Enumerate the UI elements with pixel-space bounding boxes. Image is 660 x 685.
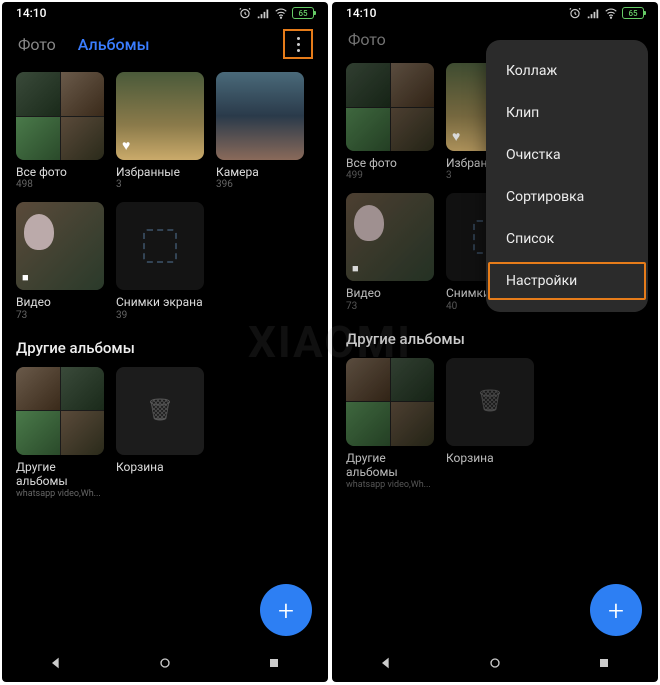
wifi-icon <box>274 6 288 20</box>
status-icons: 65 <box>568 6 644 20</box>
more-menu-button[interactable] <box>284 30 312 58</box>
top-tabs: Фото Альбомы <box>2 22 328 66</box>
alarm-icon <box>238 6 252 20</box>
section-other-albums: Другие альбомы <box>346 330 644 348</box>
album-label: Камера <box>216 165 304 179</box>
album-label: Видео <box>346 286 434 300</box>
album-trash[interactable]: 🗑 Корзина <box>116 367 204 499</box>
album-label: Избранные <box>116 165 204 179</box>
tab-albums[interactable]: Альбомы <box>78 35 150 54</box>
add-album-fab[interactable]: + <box>260 584 312 636</box>
album-other[interactable]: Другие альбомы whatsapp video,Wh... <box>16 367 104 499</box>
album-count: 499 <box>346 170 434 181</box>
android-nav <box>2 644 328 682</box>
album-label: Снимки экрана <box>116 295 204 309</box>
album-video[interactable]: ■ Видео 73 <box>16 202 104 320</box>
album-label: Другие альбомы <box>16 460 104 489</box>
menu-sort[interactable]: Сортировка <box>486 176 648 218</box>
album-all-photos[interactable]: Все фото 498 <box>16 72 104 190</box>
nav-recent-icon[interactable] <box>266 655 282 671</box>
heart-icon: ♥ <box>452 128 460 145</box>
album-other[interactable]: Другие альбомы whatsapp video,Wh... <box>346 358 434 490</box>
nav-home-icon[interactable] <box>157 655 173 671</box>
album-screenshots[interactable]: Снимки экрана 39 <box>116 202 204 320</box>
wifi-icon <box>604 6 618 20</box>
menu-list[interactable]: Список <box>486 218 648 260</box>
battery-icon: 65 <box>622 7 644 19</box>
menu-cleanup[interactable]: Очистка <box>486 134 648 176</box>
album-count: 39 <box>116 310 204 321</box>
nav-back-icon[interactable] <box>378 655 394 671</box>
trash-icon: 🗑 <box>116 367 204 455</box>
video-icon: ■ <box>352 262 359 275</box>
album-label: Корзина <box>116 460 204 474</box>
clock: 14:10 <box>346 6 376 20</box>
album-favorites[interactable]: ♥ Избранные 3 <box>116 72 204 190</box>
add-album-fab[interactable]: + <box>590 584 642 636</box>
album-camera[interactable]: Камера 396 <box>216 72 304 190</box>
albums-content: Все фото 498 ♥ Избранные 3 Камера 396 ■ … <box>2 66 328 644</box>
signal-icon <box>586 6 600 20</box>
status-bar: 14:10 65 <box>332 2 658 22</box>
overflow-menu: Коллаж Клип Очистка Сортировка Список На… <box>486 40 648 312</box>
status-icons: 65 <box>238 6 314 20</box>
alarm-icon <box>568 6 582 20</box>
album-label: Все фото <box>346 156 434 170</box>
album-label: Все фото <box>16 165 104 179</box>
album-count: 73 <box>346 301 434 312</box>
album-count: 73 <box>16 310 104 321</box>
album-count: 498 <box>16 179 104 190</box>
album-label: Видео <box>16 295 104 309</box>
album-sub: whatsapp video,Wh... <box>16 489 104 499</box>
tab-photo[interactable]: Фото <box>348 30 386 49</box>
heart-icon: ♥ <box>122 137 130 154</box>
phone-right: 14:10 65 Фото Все фото 499 ♥ Избранные 3 <box>332 2 658 682</box>
menu-clip[interactable]: Клип <box>486 92 648 134</box>
menu-settings[interactable]: Настройки <box>486 260 648 302</box>
album-all-photos[interactable]: Все фото 499 <box>346 63 434 181</box>
trash-icon: 🗑 <box>446 358 534 446</box>
album-count: 396 <box>216 179 304 190</box>
nav-home-icon[interactable] <box>487 655 503 671</box>
album-sub: whatsapp video,Wh... <box>346 480 434 490</box>
status-bar: 14:10 65 <box>2 2 328 22</box>
album-label: Корзина <box>446 451 534 465</box>
signal-icon <box>256 6 270 20</box>
android-nav <box>332 644 658 682</box>
nav-back-icon[interactable] <box>48 655 64 671</box>
battery-icon: 65 <box>292 7 314 19</box>
album-trash[interactable]: 🗑 Корзина <box>446 358 534 490</box>
section-other-albums: Другие альбомы <box>16 339 314 357</box>
album-label: Другие альбомы <box>346 451 434 480</box>
album-count: 3 <box>116 179 204 190</box>
tab-photo[interactable]: Фото <box>18 35 56 54</box>
clock: 14:10 <box>16 6 46 20</box>
phone-left: 14:10 65 Фото Альбомы Все фото 498 ♥ Изб… <box>2 2 328 682</box>
video-icon: ■ <box>22 271 29 284</box>
album-video[interactable]: ■ Видео 73 <box>346 193 434 311</box>
menu-collage[interactable]: Коллаж <box>486 50 648 92</box>
nav-recent-icon[interactable] <box>596 655 612 671</box>
